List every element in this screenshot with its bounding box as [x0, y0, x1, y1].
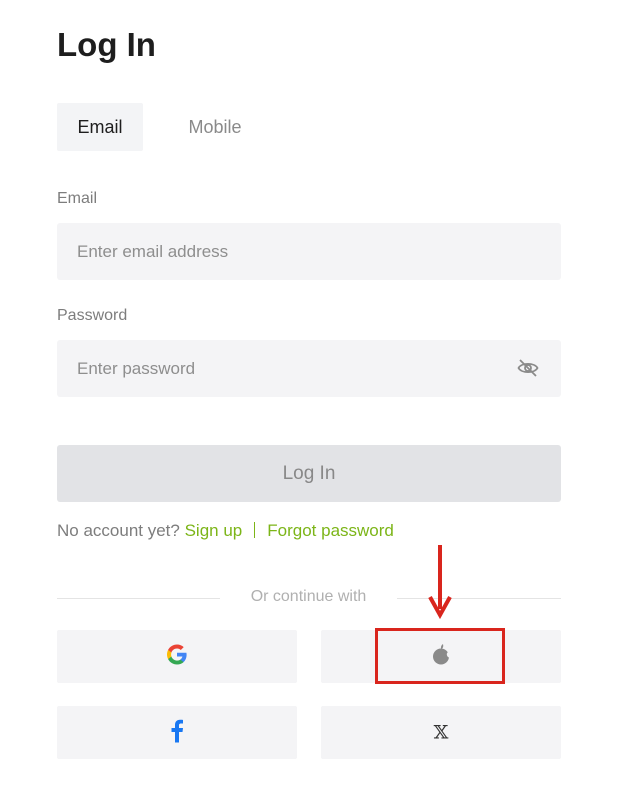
- link-separator: [254, 522, 256, 538]
- password-field[interactable]: [57, 340, 561, 397]
- forgot-password-link[interactable]: Forgot password: [267, 521, 394, 540]
- annotation-arrow: [428, 545, 452, 620]
- email-label: Email: [57, 190, 98, 207]
- email-field[interactable]: [57, 223, 561, 280]
- google-login-button[interactable]: [57, 630, 297, 683]
- signup-link[interactable]: Sign up: [185, 521, 243, 540]
- or-continue-with: Or continue with: [250, 588, 367, 605]
- facebook-login-button[interactable]: [57, 706, 297, 759]
- tab-email[interactable]: Email: [57, 103, 143, 151]
- divider-line-left: [57, 598, 220, 599]
- divider-line-right: [397, 598, 561, 599]
- page-title: Log In: [57, 26, 156, 63]
- password-field-container: [57, 340, 561, 397]
- email-field-container: [57, 223, 561, 280]
- facebook-icon: [170, 718, 184, 747]
- no-account-text: No account yet?: [57, 521, 180, 540]
- password-label: Password: [57, 307, 128, 324]
- x-login-button[interactable]: 𝕏: [321, 706, 561, 759]
- tab-mobile[interactable]: Mobile: [172, 103, 258, 151]
- highlight-box: [375, 628, 505, 684]
- account-links: No account yet? Sign up Forgot password: [57, 521, 394, 541]
- eye-off-icon[interactable]: [517, 358, 539, 378]
- x-icon: 𝕏: [433, 721, 449, 743]
- google-icon: [165, 642, 189, 671]
- login-button[interactable]: Log In: [57, 445, 561, 502]
